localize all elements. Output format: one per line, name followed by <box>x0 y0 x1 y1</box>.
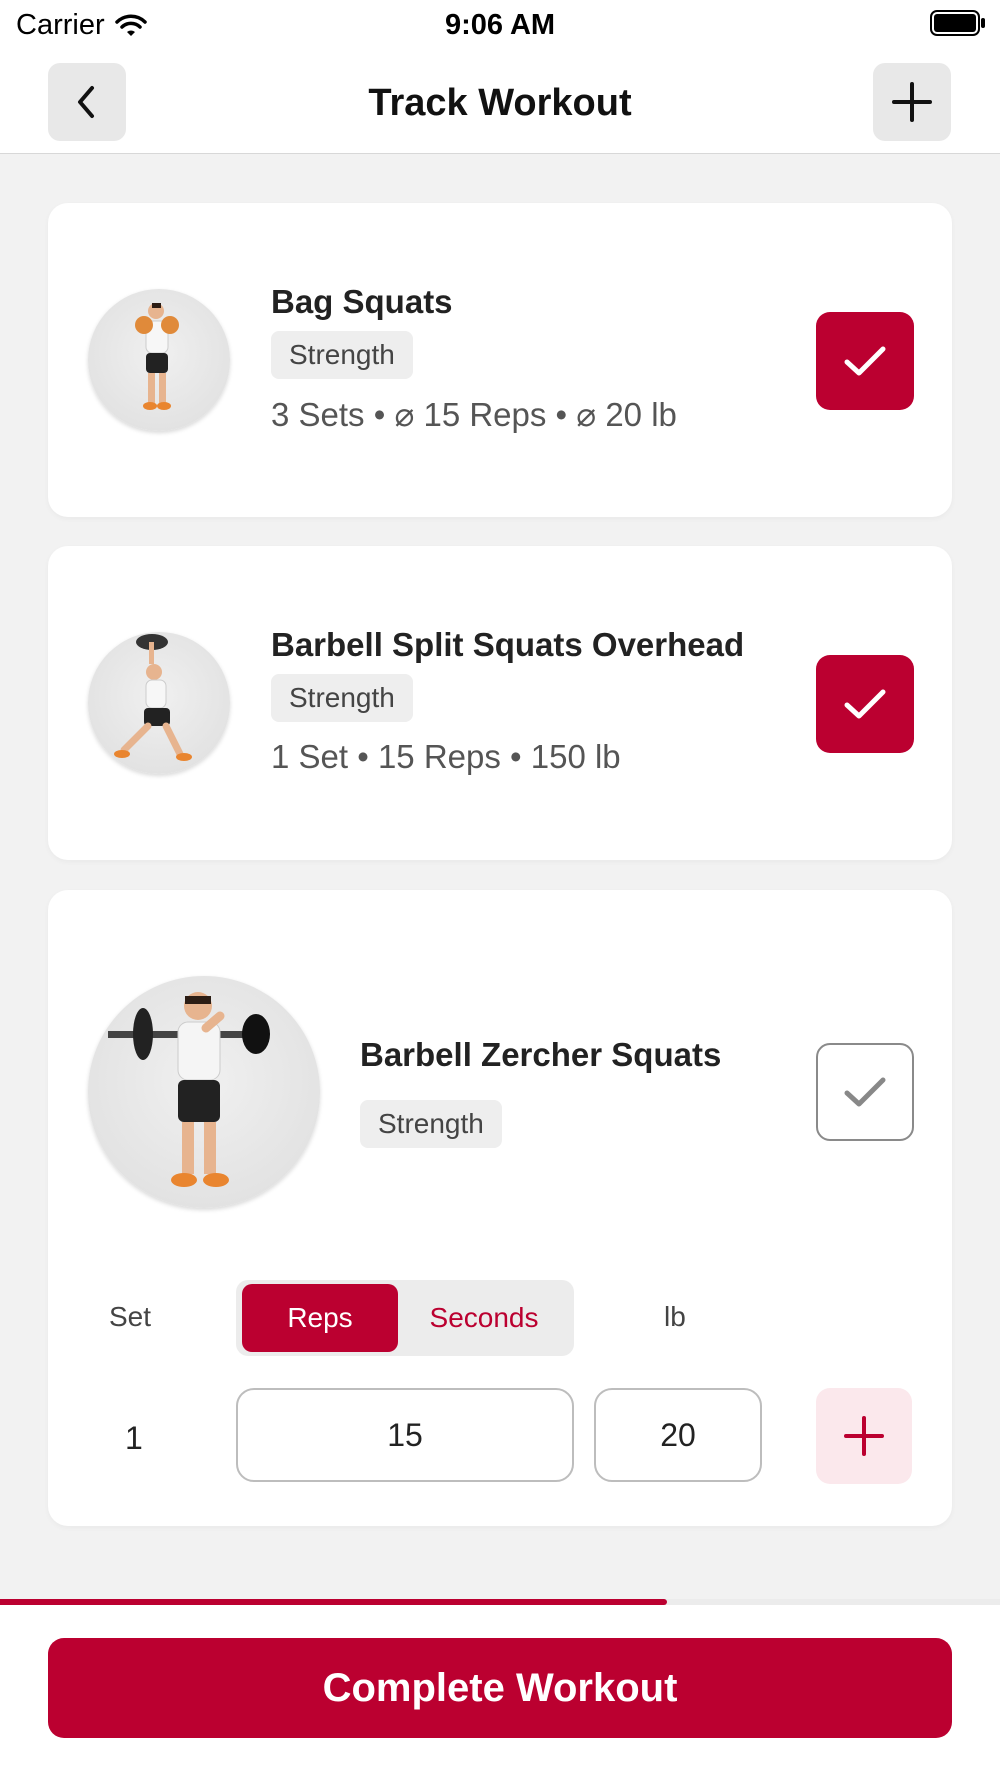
category-tag: Strength <box>271 331 413 379</box>
page-title: Track Workout <box>368 82 632 124</box>
exercise-card[interactable]: Bag Squats Strength 3 Sets • ⌀ 15 Reps •… <box>48 203 952 517</box>
weight-unit-header: lb <box>664 1301 686 1332</box>
checkmark-icon <box>844 689 886 719</box>
exercise-thumbnail <box>88 976 320 1208</box>
reps-mode-option[interactable]: Reps <box>242 1284 398 1352</box>
complete-checkbox[interactable] <box>816 655 914 753</box>
exercise-card[interactable]: Barbell Split Squats Overhead Strength 1… <box>48 546 952 860</box>
checkmark-icon <box>844 346 886 376</box>
exercise-thumbnail <box>88 632 230 774</box>
category-tag: Strength <box>360 1100 502 1148</box>
checkmark-icon <box>844 1077 886 1107</box>
weight-input[interactable]: 20 <box>594 1388 762 1482</box>
exercise-title: Barbell Split Squats Overhead <box>271 626 745 663</box>
clock: 9:06 AM <box>444 9 556 41</box>
complete-workout-button[interactable]: Complete Workout <box>48 1638 952 1738</box>
add-set-button[interactable] <box>816 1388 912 1484</box>
exercise-thumbnail <box>88 289 230 431</box>
plus-icon <box>844 1416 884 1456</box>
set-number: 1 <box>125 1420 143 1456</box>
reps-input[interactable]: 15 <box>236 1388 574 1482</box>
exercise-summary: 3 Sets • ⌀ 15 Reps • ⌀ 20 lb <box>271 396 677 433</box>
status-bar: Carrier 9:06 AM <box>0 0 1000 52</box>
exercise-summary: 1 Set • 15 Reps • 150 lb <box>271 738 621 775</box>
complete-checkbox[interactable] <box>816 312 914 410</box>
battery-icon <box>930 10 985 36</box>
category-tag: Strength <box>271 674 413 722</box>
plus-icon <box>892 82 932 122</box>
exercise-title: Barbell Zercher Squats <box>360 1036 722 1073</box>
reps-seconds-toggle[interactable]: Reps Seconds <box>236 1280 574 1356</box>
exercise-title: Bag Squats <box>271 283 453 320</box>
add-exercise-button[interactable] <box>873 63 951 141</box>
seconds-mode-option[interactable]: Seconds <box>400 1284 568 1352</box>
complete-checkbox[interactable] <box>816 1043 914 1141</box>
nav-bar: Track Workout <box>0 52 1000 154</box>
set-column-header: Set <box>109 1301 152 1332</box>
